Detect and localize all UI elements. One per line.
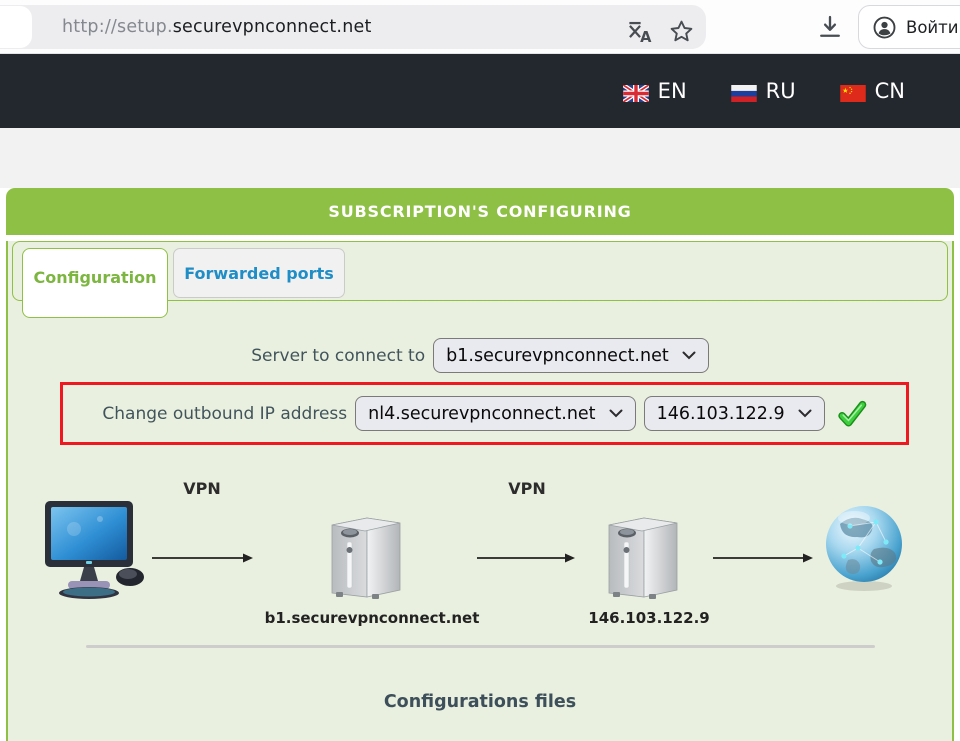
lang-code: EN	[658, 79, 687, 103]
url-domain: securevpnconnect.net	[173, 17, 372, 37]
server-select[interactable]: b1.securevpnconnect.net	[433, 338, 709, 373]
server-select-value: b1.securevpnconnect.net	[446, 346, 669, 366]
server-row-label: Server to connect to	[251, 346, 425, 366]
address-bar[interactable]: http://setup.securevpnconnect.net A	[0, 5, 706, 49]
outbound-server-select[interactable]: nl4.securevpnconnect.net	[355, 396, 635, 431]
language-bar: EN RU CN	[0, 54, 960, 128]
lang-code: RU	[766, 79, 796, 103]
client-computer-icon	[40, 499, 148, 609]
lang-item-ru[interactable]: RU	[731, 79, 796, 103]
page-background	[0, 128, 960, 188]
panel-body: Configuration Forwarded ports Server to …	[6, 241, 954, 741]
outbound-ip-value: 146.103.122.9	[657, 404, 785, 424]
download-icon[interactable]	[816, 13, 844, 41]
vpn-label-1: VPN	[172, 479, 232, 498]
vpn-diagram: VPN	[8, 469, 952, 634]
bookmark-star-icon[interactable]	[668, 18, 695, 45]
vpn-server-1-icon	[320, 505, 412, 605]
outbound-ip-highlight-box: Change outbound IP address nl4.securevpn…	[60, 382, 909, 445]
config-panel: SUBSCRIPTION'S CONFIGURING Configuration…	[6, 188, 954, 741]
arrow-1	[152, 549, 254, 568]
arrow-2	[477, 549, 576, 568]
internet-globe-icon	[820, 502, 910, 598]
browser-toolbar: http://setup.securevpnconnect.net A	[0, 0, 960, 54]
tab-strip: Configuration Forwarded ports	[12, 241, 948, 301]
chevron-down-icon	[798, 409, 812, 418]
svg-text:A: A	[640, 29, 652, 45]
tab-forwarded-ports[interactable]: Forwarded ports	[173, 248, 345, 298]
china-flag-icon	[840, 83, 866, 100]
url-text[interactable]: http://setup.securevpnconnect.net	[62, 17, 372, 37]
configurations-files-heading: Configurations files	[8, 692, 952, 712]
lang-item-cn[interactable]: CN	[840, 79, 905, 103]
server-2-caption: 146.103.122.9	[529, 609, 769, 627]
uk-flag-icon	[623, 83, 649, 100]
profile-icon	[872, 15, 897, 40]
outbound-row-label: Change outbound IP address	[102, 404, 347, 424]
login-label: Войти	[906, 18, 958, 37]
server-row: Server to connect to b1.securevpnconnect…	[8, 338, 952, 373]
outbound-server-value: nl4.securevpnconnect.net	[368, 404, 595, 424]
translate-icon[interactable]: A	[626, 18, 653, 45]
tab-configuration[interactable]: Configuration	[22, 248, 168, 318]
vpn-server-2-icon	[597, 505, 689, 605]
server-1-caption: b1.securevpnconnect.net	[252, 609, 492, 627]
success-check-icon	[837, 400, 867, 428]
site-info-button[interactable]	[0, 6, 32, 48]
lang-code: CN	[875, 79, 905, 103]
outbound-ip-select[interactable]: 146.103.122.9	[644, 396, 825, 431]
chevron-down-icon	[682, 351, 696, 360]
vpn-label-2: VPN	[497, 479, 557, 498]
arrow-3	[713, 549, 814, 568]
panel-title: SUBSCRIPTION'S CONFIGURING	[6, 188, 954, 235]
url-scheme: http://setup.	[62, 17, 173, 37]
section-divider	[86, 645, 875, 648]
russia-flag-icon	[731, 83, 757, 100]
chevron-down-icon	[609, 409, 623, 418]
login-button[interactable]: Войти	[858, 5, 960, 49]
lang-item-en[interactable]: EN	[623, 79, 687, 103]
